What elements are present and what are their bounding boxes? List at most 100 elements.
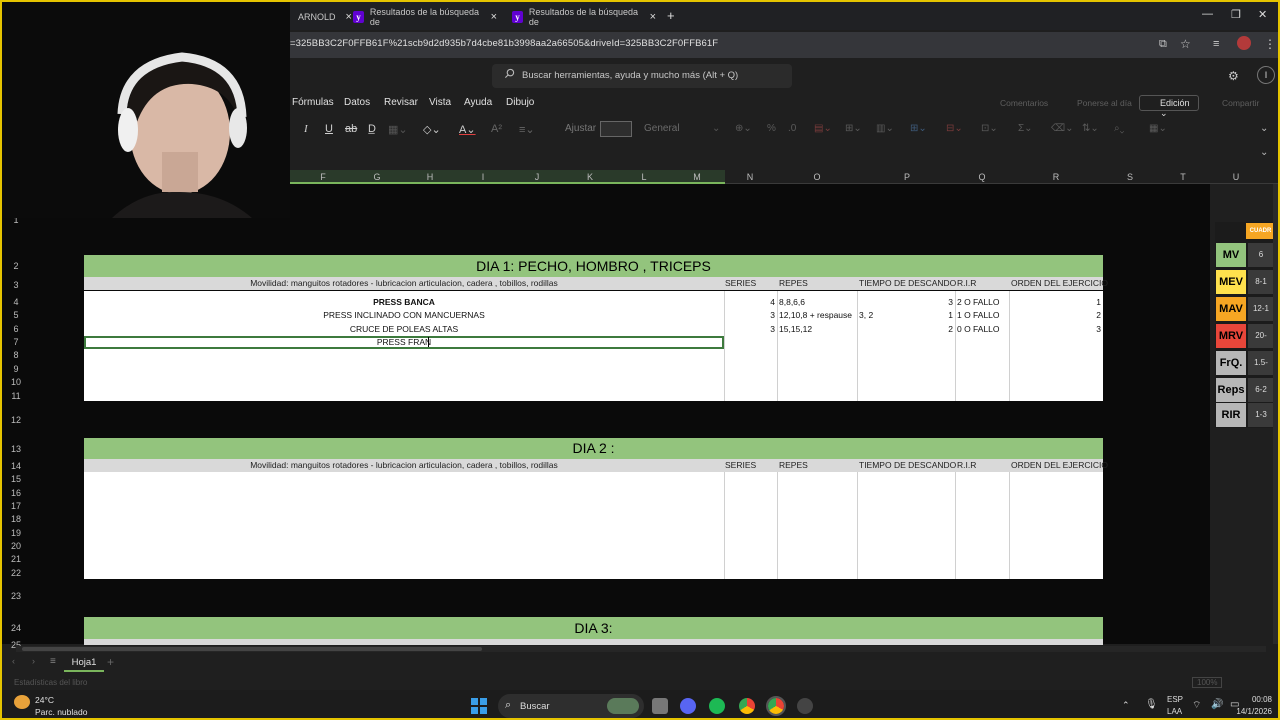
row-number[interactable]: 18 — [2, 514, 30, 524]
row-number[interactable]: 19 — [2, 528, 30, 538]
row-number[interactable]: 10 — [2, 377, 30, 387]
delete-icon[interactable]: ⊟⌄ — [946, 123, 963, 134]
all-sheets-icon[interactable]: ≡ — [50, 656, 56, 667]
underline-button[interactable]: U — [325, 123, 333, 135]
align-icon[interactable]: ≡⌄ — [519, 123, 535, 136]
formula-expand-icon[interactable]: ⌄ — [1260, 147, 1268, 158]
row-number[interactable]: 15 — [2, 474, 30, 484]
column-header[interactable]: T — [1162, 172, 1204, 182]
cell-styles-icon[interactable]: ▥⌄ — [876, 123, 894, 134]
row-number[interactable]: 13 — [2, 444, 30, 454]
series-header[interactable]: SERIES — [725, 460, 756, 470]
row-number[interactable]: 2 — [2, 261, 30, 271]
weather-temp[interactable]: 24°C — [35, 695, 54, 705]
row-number[interactable]: 23 — [2, 591, 30, 601]
media-control-icon[interactable]: ≡ — [1213, 38, 1219, 50]
new-tab-button[interactable]: + — [667, 8, 675, 23]
order-header[interactable]: ORDEN DEL EJERCICIO — [1011, 460, 1108, 470]
column-header[interactable]: P — [886, 172, 928, 182]
insert-icon[interactable]: ⊞⌄ — [910, 123, 927, 134]
column-header[interactable]: L — [623, 172, 665, 182]
exercise-name[interactable]: CRUCE DE POLEAS ALTAS — [84, 324, 724, 334]
row-number[interactable]: 14 — [2, 461, 30, 471]
percent-icon[interactable]: % — [767, 123, 776, 134]
exercise-rest[interactable]: 2 — [859, 324, 953, 334]
row-number[interactable]: 6 — [2, 324, 30, 334]
column-header[interactable]: G — [356, 172, 398, 182]
row-number[interactable]: 12 — [2, 415, 30, 425]
browser-menu-icon[interactable]: ⋮ — [1264, 37, 1276, 51]
settings-gear-icon[interactable]: ⚙ — [1228, 69, 1239, 83]
exercise-order[interactable]: 3 — [1011, 324, 1101, 334]
workbook-statistics[interactable]: Estadísticas del libro — [14, 678, 87, 687]
tray-chevron-icon[interactable]: ⌃ — [1122, 700, 1130, 711]
mobility-header[interactable]: Movilidad: manguitos rotadores - lubrica… — [84, 278, 724, 288]
rir-header[interactable]: R.I.R — [957, 460, 976, 470]
column-header[interactable]: R — [1035, 172, 1077, 182]
series-header[interactable]: SERIES — [725, 278, 756, 288]
tab-arnold[interactable]: ARNOLD × — [292, 6, 352, 28]
day-1-title[interactable]: DIA 1: PECHO, HOMBRO , TRICEPS — [84, 255, 1103, 277]
table-format-icon[interactable]: ⊞⌄ — [845, 123, 862, 134]
exercise-name[interactable]: PRESS INCLINADO CON MANCUERNAS — [84, 310, 724, 320]
app-icon[interactable] — [797, 698, 813, 714]
fill-color-icon[interactable]: ◇⌄ — [423, 123, 441, 136]
microphone-icon[interactable]: 🎙 — [1145, 699, 1158, 710]
clock-date[interactable]: 14/1/2026 — [1232, 707, 1272, 716]
exercise-rir[interactable]: 1 O FALLO — [957, 310, 1000, 320]
day-2-title[interactable]: DIA 2 : — [84, 438, 1103, 459]
exercise-rir[interactable]: 2 O FALLO — [957, 297, 1000, 307]
repes-header[interactable]: REPES — [779, 278, 808, 288]
comments-button[interactable]: Comentarios — [1000, 98, 1048, 108]
repes-header[interactable]: REPES — [779, 460, 808, 470]
row-number[interactable]: 8 — [2, 350, 30, 360]
catch-up-button[interactable]: Ponerse al día — [1077, 98, 1132, 108]
exercise-repes[interactable]: 8,8,6,6 — [779, 297, 805, 307]
menu-formulas[interactable]: Fórmulas — [292, 97, 334, 108]
tab-search-results-2[interactable]: y Resultados de la búsqueda de × — [506, 6, 656, 28]
column-header[interactable]: K — [569, 172, 611, 182]
font-color-icon[interactable]: A⌄ — [459, 123, 476, 136]
add-sheet-button[interactable]: + — [107, 655, 114, 669]
vertical-scrollbar[interactable] — [1273, 184, 1278, 644]
sort-filter-icon[interactable]: ⇅⌄ — [1082, 123, 1099, 134]
italic-button[interactable]: I — [304, 123, 308, 135]
column-header[interactable]: Q — [961, 172, 1003, 182]
rest-header[interactable]: TIEMPO DE DESCANDO — [859, 278, 956, 288]
clock-time[interactable]: 00:08 — [1248, 695, 1272, 704]
menu-datos[interactable]: Datos — [344, 97, 370, 108]
exercise-series[interactable]: 3 — [725, 324, 775, 334]
close-icon[interactable]: × — [491, 11, 497, 23]
row-number[interactable]: 21 — [2, 554, 30, 564]
exercise-rir[interactable]: 0 O FALLO — [957, 324, 1000, 334]
row-number[interactable]: 7 — [2, 337, 30, 347]
volume-icon[interactable]: 🔊 — [1211, 699, 1223, 710]
account-icon[interactable]: I — [1257, 66, 1275, 84]
row-number[interactable]: 22 — [2, 568, 30, 578]
addins-icon[interactable]: ▦⌄ — [1149, 123, 1167, 134]
exercise-repes[interactable]: 15,15,12 — [779, 324, 812, 334]
row-number[interactable]: 17 — [2, 501, 30, 511]
row-number[interactable]: 4 — [2, 297, 30, 307]
profile-avatar[interactable] — [1237, 36, 1251, 50]
clear-icon[interactable]: ⌫⌄ — [1051, 123, 1074, 134]
next-sheet-icon[interactable]: › — [32, 656, 35, 666]
rir-header[interactable]: R.I.R — [957, 278, 976, 288]
discord-icon[interactable] — [680, 698, 696, 714]
weather-desc[interactable]: Parc. nublado — [35, 707, 87, 717]
menu-ayuda[interactable]: Ayuda — [464, 97, 492, 108]
border-icon[interactable]: ▦⌄ — [388, 123, 408, 136]
share-button[interactable]: Compartir — [1222, 98, 1259, 108]
close-icon[interactable]: × — [650, 11, 656, 23]
day-3-title[interactable]: DIA 3: — [84, 617, 1103, 639]
find-icon[interactable]: ⌕⌄ — [1114, 123, 1124, 134]
strikethrough-button[interactable]: ab — [345, 123, 357, 135]
column-header[interactable]: H — [409, 172, 451, 182]
mobility-header[interactable]: Movilidad: manguitos rotadores - lubrica… — [84, 460, 724, 470]
chrome-active-icon[interactable] — [766, 696, 786, 716]
close-window-icon[interactable]: ✕ — [1258, 8, 1267, 21]
clear-format-icon[interactable]: D̲ — [368, 123, 376, 135]
exercise-rest[interactable]: 1 — [859, 310, 953, 320]
zoom-level[interactable]: 100% — [1192, 677, 1223, 688]
exercise-order[interactable]: 2 — [1011, 310, 1101, 320]
